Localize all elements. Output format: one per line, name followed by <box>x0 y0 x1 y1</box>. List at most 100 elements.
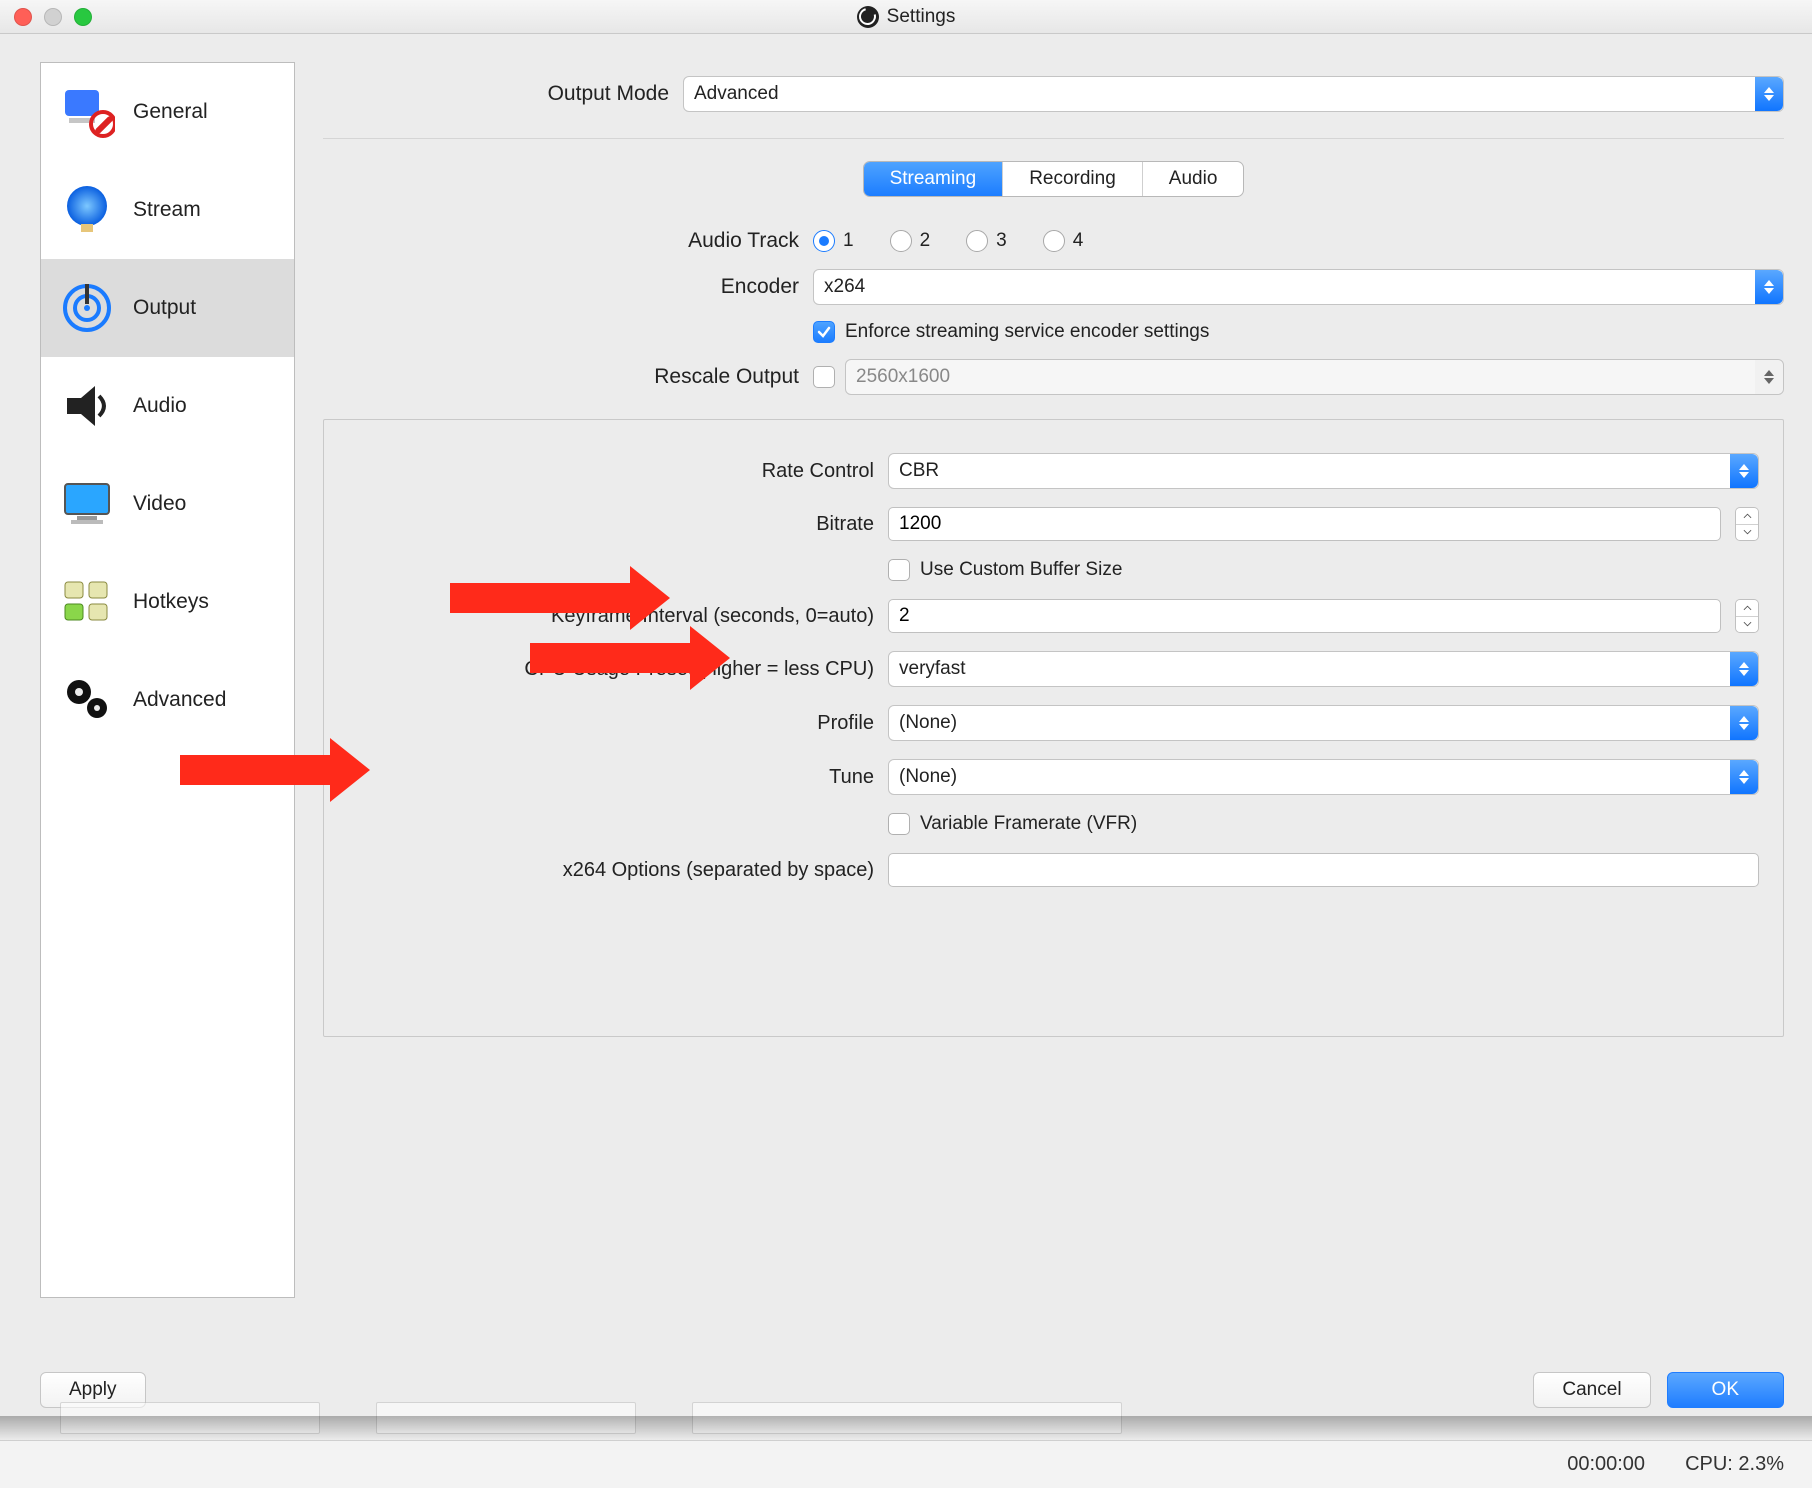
custom-buffer-label: Use Custom Buffer Size <box>920 559 1122 581</box>
bitrate-input[interactable] <box>888 507 1721 541</box>
status-cpu: CPU: 2.3% <box>1685 1453 1784 1476</box>
output-icon <box>55 276 119 340</box>
general-icon <box>55 80 119 144</box>
rate-control-row: Rate Control CBR <box>348 444 1759 498</box>
profile-select[interactable]: (None) <box>888 705 1759 741</box>
enforce-row: Enforce streaming service encoder settin… <box>323 313 1784 351</box>
sidebar-item-audio[interactable]: Audio <box>41 357 294 455</box>
enforce-checkbox[interactable] <box>813 321 835 343</box>
select-stepper-icon <box>1730 706 1758 740</box>
cpu-preset-select[interactable]: veryfast <box>888 651 1759 687</box>
encoder-select[interactable]: x264 <box>813 269 1784 305</box>
rescale-checkbox[interactable] <box>813 366 835 388</box>
select-stepper-icon <box>1730 760 1758 794</box>
tab-recording[interactable]: Recording <box>1003 162 1143 196</box>
keyframe-stepper[interactable] <box>1735 599 1759 633</box>
audio-track-3-radio[interactable]: 3 <box>966 230 1007 252</box>
sidebar-label: General <box>133 100 208 124</box>
profile-row: Profile (None) <box>348 696 1759 750</box>
combo-chevron-icon <box>1755 360 1783 394</box>
status-time: 00:00:00 <box>1567 1453 1645 1476</box>
tune-select[interactable]: (None) <box>888 759 1759 795</box>
window-title: Settings <box>0 6 1812 28</box>
sidebar-item-stream[interactable]: Stream <box>41 161 294 259</box>
bitrate-row: Bitrate <box>348 498 1759 550</box>
rate-control-select[interactable]: CBR <box>888 453 1759 489</box>
sidebar-label: Hotkeys <box>133 590 209 614</box>
separator <box>323 138 1784 139</box>
x264-options-input[interactable] <box>888 853 1759 887</box>
select-stepper-icon <box>1730 454 1758 488</box>
tune-row: Tune (None) <box>348 750 1759 804</box>
vfr-label: Variable Framerate (VFR) <box>920 813 1137 835</box>
profile-label: Profile <box>348 712 888 735</box>
audio-track-4-radio[interactable]: 4 <box>1043 230 1084 252</box>
output-mode-select[interactable]: Advanced <box>683 76 1784 112</box>
sidebar-label: Stream <box>133 198 201 222</box>
rate-control-value: CBR <box>899 460 939 482</box>
window-title-text: Settings <box>887 6 956 28</box>
audio-track-row: Audio Track 1 2 3 4 <box>323 221 1784 261</box>
advanced-icon <box>55 668 119 732</box>
tab-streaming[interactable]: Streaming <box>864 162 1004 196</box>
sidebar: General Stream Output Audio <box>40 62 295 1298</box>
output-mode-row: Output Mode Advanced <box>323 68 1784 120</box>
stepper-up-icon[interactable] <box>1736 508 1758 525</box>
annotation-arrow-icon <box>180 748 370 792</box>
rate-control-label: Rate Control <box>348 460 888 483</box>
vfr-checkbox[interactable] <box>888 813 910 835</box>
sidebar-label: Output <box>133 296 196 320</box>
keyframe-input[interactable] <box>888 599 1721 633</box>
stepper-down-icon[interactable] <box>1736 617 1758 633</box>
tab-audio[interactable]: Audio <box>1143 162 1244 196</box>
bitrate-label: Bitrate <box>348 513 888 536</box>
settings-body: General Stream Output Audio <box>0 34 1812 1350</box>
audio-track-1-radio[interactable]: 1 <box>813 230 854 252</box>
tune-label: Tune <box>348 766 888 789</box>
status-bar: 00:00:00 CPU: 2.3% <box>0 1440 1812 1488</box>
output-mode-value: Advanced <box>694 83 779 105</box>
sidebar-item-general[interactable]: General <box>41 63 294 161</box>
profile-value: (None) <box>899 712 957 734</box>
rescale-value: 2560x1600 <box>856 366 950 388</box>
stepper-down-icon[interactable] <box>1736 525 1758 541</box>
sidebar-item-advanced[interactable]: Advanced <box>41 651 294 749</box>
select-stepper-icon <box>1755 77 1783 111</box>
bitrate-stepper[interactable] <box>1735 507 1759 541</box>
annotation-arrow-icon <box>530 636 730 680</box>
select-stepper-icon <box>1755 270 1783 304</box>
sidebar-item-hotkeys[interactable]: Hotkeys <box>41 553 294 651</box>
video-icon <box>55 472 119 536</box>
x264-options-label: x264 Options (separated by space) <box>348 859 888 882</box>
rescale-combo[interactable]: 2560x1600 <box>845 359 1784 395</box>
select-stepper-icon <box>1730 652 1758 686</box>
hotkeys-icon <box>55 570 119 634</box>
stepper-up-icon[interactable] <box>1736 600 1758 617</box>
sidebar-item-output[interactable]: Output <box>41 259 294 357</box>
ok-button[interactable]: OK <box>1667 1372 1784 1408</box>
enforce-label: Enforce streaming service encoder settin… <box>845 321 1209 343</box>
encoder-settings-panel: Rate Control CBR Bitrate <box>323 419 1784 1037</box>
sidebar-label: Audio <box>133 394 187 418</box>
sidebar-item-video[interactable]: Video <box>41 455 294 553</box>
stream-icon <box>55 178 119 242</box>
sidebar-label: Advanced <box>133 688 226 712</box>
titlebar: Settings <box>0 0 1812 34</box>
rescale-row: Rescale Output 2560x1600 <box>323 351 1784 403</box>
annotation-arrow-icon <box>450 576 670 620</box>
audio-track-2-radio[interactable]: 2 <box>890 230 931 252</box>
sidebar-label: Video <box>133 492 186 516</box>
encoder-label: Encoder <box>323 275 813 299</box>
encoder-row: Encoder x264 <box>323 261 1784 313</box>
custom-buffer-checkbox[interactable] <box>888 559 910 581</box>
cpu-preset-value: veryfast <box>899 658 966 680</box>
audio-track-label: Audio Track <box>323 229 813 253</box>
tune-value: (None) <box>899 766 957 788</box>
settings-window: Settings General Stream Outp <box>0 0 1812 1422</box>
output-tabs: Streaming Recording Audio <box>323 161 1784 197</box>
output-mode-label: Output Mode <box>323 82 683 106</box>
cancel-button[interactable]: Cancel <box>1533 1372 1650 1408</box>
settings-content: Output Mode Advanced Streaming Recording… <box>323 62 1784 1350</box>
obs-app-icon <box>857 6 879 28</box>
audio-icon <box>55 374 119 438</box>
